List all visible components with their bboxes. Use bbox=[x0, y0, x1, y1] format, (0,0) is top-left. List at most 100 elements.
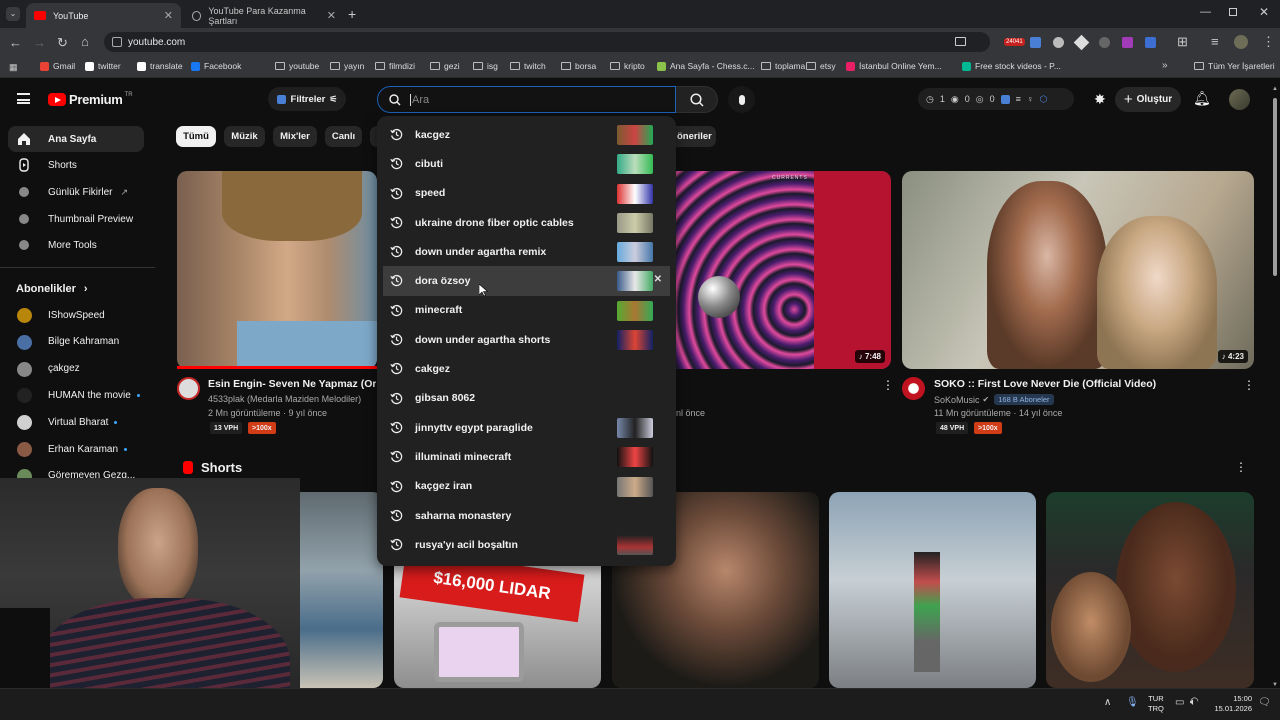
bookmark-gezi[interactable]: gezi bbox=[430, 61, 460, 71]
short-thumbnail[interactable] bbox=[300, 492, 383, 688]
bookmark-filmdizi[interactable]: filmdizi bbox=[375, 61, 415, 71]
bookmark-translate[interactable]: translate bbox=[137, 61, 183, 71]
short-thumbnail[interactable] bbox=[829, 492, 1036, 688]
chip-mixes[interactable]: Mix'ler bbox=[273, 126, 317, 147]
more-options-icon[interactable]: ⋮ bbox=[1243, 378, 1255, 392]
bookmark-isg[interactable]: isg bbox=[473, 61, 498, 71]
shorts-more-icon[interactable]: ⋮ bbox=[1235, 460, 1247, 474]
profile-avatar[interactable] bbox=[1234, 35, 1248, 49]
filters-button[interactable]: Filtreler ⚟ bbox=[268, 87, 346, 111]
tray-overflow-icon[interactable]: ∧ bbox=[1104, 697, 1111, 708]
bookmark-free-stock-videos-p[interactable]: Free stock videos - P... bbox=[962, 61, 1061, 71]
chip-all[interactable]: Tümü bbox=[176, 126, 216, 147]
search-suggestion[interactable]: dora özsoy ✕ bbox=[383, 266, 670, 296]
search-suggestion[interactable]: kaçgez iran bbox=[377, 472, 676, 501]
search-suggestion[interactable]: ukraine drone fiber optic cables bbox=[377, 208, 676, 237]
back-icon[interactable]: ← bbox=[9, 36, 22, 49]
bookmark-etsy[interactable]: etsy bbox=[806, 61, 836, 71]
extension-badge[interactable]: 24041 bbox=[1004, 38, 1025, 46]
bookmark-twitter[interactable]: twitter bbox=[85, 61, 121, 71]
short-thumbnail[interactable] bbox=[1046, 492, 1254, 688]
bookmark-ana-sayfa-chess-c[interactable]: Ana Sayfa - Chess.c... bbox=[657, 61, 755, 71]
video-thumbnail[interactable]: CURRENTS ♪ 7:48 bbox=[676, 171, 891, 369]
chip-live[interactable]: Canlı bbox=[325, 126, 362, 147]
close-tab-icon[interactable]: ✕ bbox=[164, 9, 173, 22]
search-suggestion[interactable]: saharna monastery bbox=[377, 501, 676, 530]
search-suggestion[interactable]: cakgez bbox=[377, 354, 676, 383]
close-window-button[interactable]: ✕ bbox=[1259, 5, 1269, 19]
video-title[interactable]: SOKO :: First Love Never Die (Official V… bbox=[934, 378, 1156, 390]
remove-suggestion-icon[interactable]: ✕ bbox=[654, 274, 662, 285]
bookmark-toplama[interactable]: toplama bbox=[761, 61, 805, 71]
notification-center-icon[interactable]: 🗨︎ bbox=[1258, 697, 1271, 708]
puzzle-icon[interactable]: ⊞ bbox=[1177, 35, 1188, 48]
restore-window-button[interactable] bbox=[1229, 8, 1237, 16]
chip-ghost[interactable] bbox=[370, 126, 377, 147]
subscription-item[interactable]: Erhan Karaman bbox=[8, 436, 144, 462]
create-button[interactable]: + Oluştur bbox=[1115, 87, 1181, 112]
clock[interactable]: 15:00 15.01.2026 bbox=[1212, 694, 1252, 714]
tab-youtube-monetization[interactable]: YouTube Para Kazanma Şartları ✕ bbox=[184, 3, 344, 28]
sidebar-item-thumbnail-preview[interactable]: Thumbnail Preview bbox=[8, 206, 144, 232]
subscription-item[interactable]: Bilge Kahraman bbox=[8, 329, 144, 355]
new-tab-button[interactable]: + bbox=[348, 6, 356, 22]
chip-music[interactable]: Müzik bbox=[224, 126, 265, 147]
more-bookmarks-icon[interactable]: » bbox=[1162, 60, 1168, 71]
channel-avatar[interactable] bbox=[902, 377, 925, 400]
volume-icon[interactable]: 🔈︎ bbox=[1190, 697, 1196, 708]
close-tab-icon[interactable]: ✕ bbox=[327, 9, 336, 22]
bookmark-yay-n[interactable]: yayın bbox=[330, 61, 364, 71]
sidebar-item-gunluk-fikirler[interactable]: Günlük Fikirler ↗ bbox=[8, 179, 144, 205]
search-suggestion[interactable]: gibsan 8062 bbox=[377, 384, 676, 413]
subscriptions-heading[interactable]: Abonelikler › bbox=[16, 283, 88, 295]
search-suggestion[interactable]: jinnyttv egypt paraglide bbox=[377, 413, 676, 442]
home-icon[interactable]: ⌂ bbox=[81, 35, 89, 48]
chip-recommendations[interactable]: öneriler bbox=[676, 126, 716, 147]
tab-youtube[interactable]: YouTube ✕ bbox=[26, 3, 181, 28]
address-bar[interactable]: youtube.com bbox=[104, 32, 990, 52]
search-suggestion[interactable]: down under agartha remix bbox=[377, 237, 676, 266]
network-icon[interactable]: ▭ bbox=[1175, 697, 1184, 708]
reload-icon[interactable]: ↻ bbox=[57, 36, 68, 49]
video-thumbnail[interactable]: ♪ 4:23 bbox=[902, 171, 1254, 369]
video-title[interactable]: Esin Engin- Seven Ne Yapmaz (Orijin bbox=[208, 378, 376, 390]
channel-name[interactable]: 4533plak (Medarla Maziden Melodiler) bbox=[208, 394, 376, 404]
bookmark-twitch[interactable]: twitch bbox=[510, 61, 546, 71]
menu-icon[interactable]: ⋮ bbox=[1262, 35, 1275, 48]
bookmark-facebook[interactable]: Facebook bbox=[191, 61, 241, 71]
minimize-window-button[interactable]: — bbox=[1200, 6, 1211, 18]
sidebar-item-home[interactable]: Ana Sayfa bbox=[8, 126, 144, 152]
subscription-item[interactable]: çakgez bbox=[8, 356, 144, 382]
reading-list-icon[interactable]: ≡ bbox=[1211, 35, 1219, 48]
channel-name[interactable]: SoKoMusic ✔ 168 B Aboneler bbox=[934, 394, 1054, 405]
search-suggestion[interactable]: minecraft bbox=[377, 296, 676, 325]
search-suggestion[interactable]: kacgez bbox=[377, 120, 676, 149]
all-bookmarks-folder[interactable]: Tüm Yer İşaretleri bbox=[1194, 61, 1275, 71]
bookmark-gmail[interactable]: Gmail bbox=[40, 61, 75, 71]
extension-icon[interactable]: ✸ bbox=[1094, 91, 1106, 108]
account-avatar[interactable] bbox=[1229, 89, 1250, 110]
extensions-row[interactable] bbox=[1030, 34, 1156, 51]
subscription-item[interactable]: HUMAN the movie bbox=[8, 382, 144, 408]
microphone-tray-icon[interactable]: 🎙︎ bbox=[1126, 697, 1139, 708]
extension-stats-bar[interactable]: ◷ 1 ◉ 0 ◎ 0 ≡ ♀ ⬡ bbox=[918, 88, 1074, 110]
apps-grid-icon[interactable]: ▦ bbox=[9, 62, 18, 73]
subscription-item[interactable]: Virtual Bharat bbox=[8, 409, 144, 435]
channel-avatar[interactable] bbox=[177, 377, 200, 400]
bookmark-i-stanbul-online-yem[interactable]: İstanbul Online Yem... bbox=[846, 61, 942, 71]
site-info-icon[interactable] bbox=[112, 37, 122, 47]
bookmark-youtube[interactable]: youtube bbox=[275, 61, 319, 71]
language-indicator[interactable]: TUR TRQ bbox=[1148, 694, 1164, 714]
video-thumbnail[interactable] bbox=[177, 171, 377, 369]
voice-search-button[interactable] bbox=[728, 86, 755, 113]
search-suggestion[interactable]: rusya'yı acil boşaltın bbox=[377, 530, 676, 559]
bookmark-kripto[interactable]: kripto bbox=[610, 61, 645, 71]
bookmark-borsa[interactable]: borsa bbox=[561, 61, 596, 71]
sidebar-item-shorts[interactable]: Shorts bbox=[8, 152, 144, 178]
subscription-item[interactable]: IShowSpeed bbox=[8, 302, 144, 328]
youtube-premium-logo[interactable]: Premium TR bbox=[48, 92, 133, 107]
tab-list-button[interactable]: ⌄ bbox=[6, 7, 20, 21]
notifications-bell-icon[interactable]: 🔔︎ bbox=[1193, 90, 1211, 107]
more-options-icon[interactable]: ⋮ bbox=[882, 378, 894, 392]
page-scrollbar[interactable]: ▲ ▼ bbox=[1272, 84, 1278, 688]
